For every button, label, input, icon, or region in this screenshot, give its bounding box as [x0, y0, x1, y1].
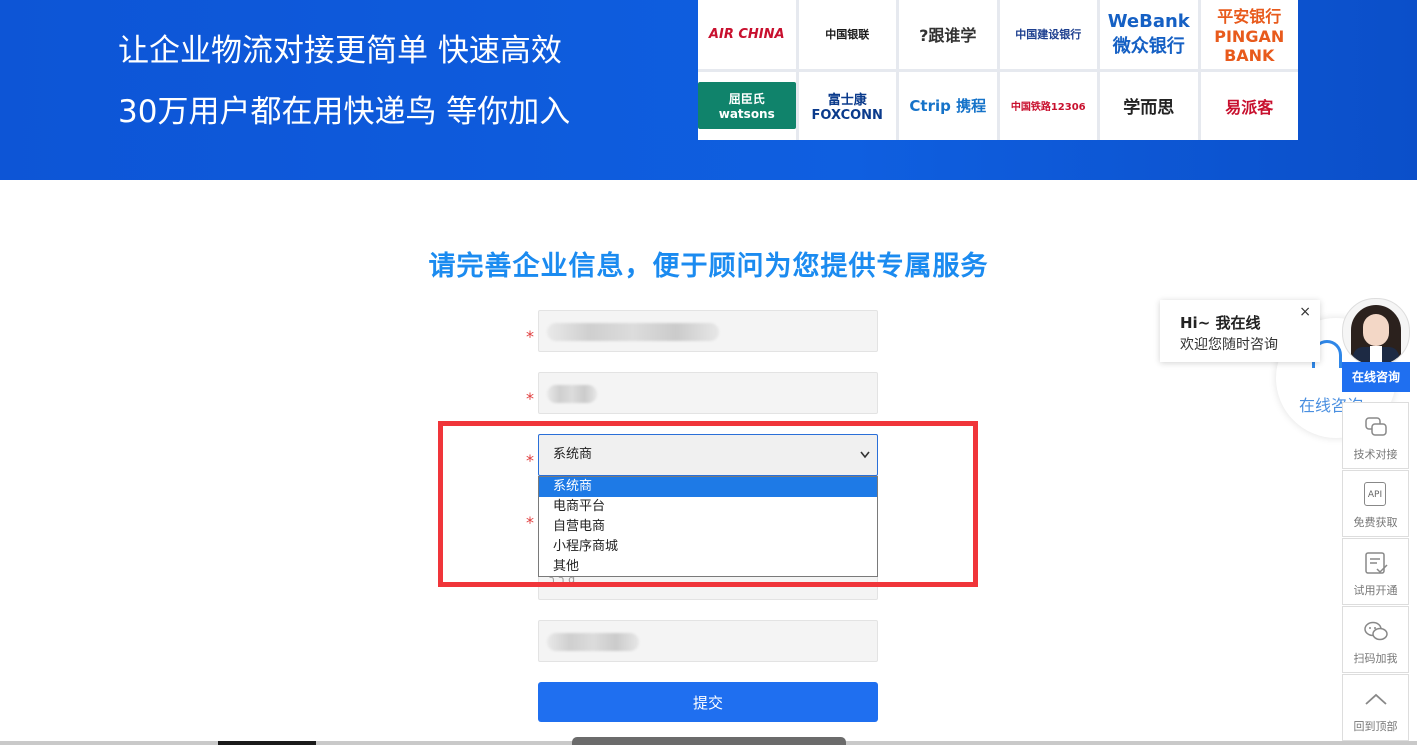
- chat-bubbles-icon: [1365, 417, 1387, 436]
- sidebar-label: 试用开通: [1353, 584, 1398, 597]
- contact-name-field[interactable]: [538, 372, 878, 414]
- partner-logo-foxconn: 富士康 FOXCONN: [798, 71, 896, 140]
- redacted-value: [547, 323, 719, 341]
- close-icon[interactable]: ×: [1299, 304, 1311, 320]
- redacted-value: [547, 633, 639, 651]
- partner-logo-unionpay: 中国银联: [798, 0, 896, 69]
- page-title: 请完善企业信息，便于顾问为您提供专属服务: [428, 251, 989, 282]
- banner-slogan-line1: 让企业物流对接更简单 快速高效: [118, 33, 562, 69]
- chat-greeting: Hi~ 我在线: [1180, 314, 1261, 332]
- required-mark: *: [526, 327, 534, 346]
- partner-logo-12306: 中国铁路12306: [999, 71, 1097, 140]
- required-mark: *: [526, 389, 534, 408]
- sidebar-label: 免费获取: [1353, 516, 1398, 529]
- agent-avatar[interactable]: [1342, 298, 1410, 366]
- banner-slogan-line2: 30万用户都在用快递鸟 等你加入: [118, 94, 571, 130]
- chat-greeting-popup[interactable]: Hi~ 我在线 欢迎您随时咨询 ×: [1160, 300, 1320, 362]
- sidebar-item-wechat[interactable]: 扫码加我: [1342, 606, 1409, 673]
- avatar-face: [1363, 314, 1389, 346]
- sidebar-item-back-to-top[interactable]: 回到顶部: [1342, 674, 1409, 741]
- company-name-field[interactable]: [538, 310, 878, 352]
- top-banner: 让企业物流对接更简单 快速高效 30万用户都在用快递鸟 等你加入 AIR CHI…: [0, 0, 1417, 180]
- scroll-pill: [572, 737, 846, 745]
- highlight-box: [438, 421, 978, 587]
- partner-logo-epec: 易派客: [1200, 71, 1298, 140]
- api-icon: API: [1364, 482, 1386, 506]
- partner-logo-grid: AIR CHINA 中国银联 ?跟谁学 中国建设银行 WeBank 微众银行 平…: [698, 0, 1298, 140]
- checklist-icon: [1365, 552, 1388, 574]
- sidebar-label: 扫码加我: [1353, 652, 1398, 665]
- arrow-up-icon: [1365, 693, 1387, 705]
- partner-logo-webank: WeBank 微众银行: [1100, 0, 1198, 69]
- wechat-icon: [1364, 621, 1388, 641]
- online-consult-button[interactable]: 在线咨询: [1342, 362, 1410, 392]
- taskbar-tab: [218, 741, 316, 745]
- partner-logo-xueersi: 学而思: [1100, 71, 1198, 140]
- watsons-label: 屈臣氏 watsons: [698, 82, 796, 130]
- submit-button[interactable]: 提交: [538, 682, 878, 722]
- sidebar-item-tech-integration[interactable]: 技术对接: [1342, 402, 1409, 469]
- email-field[interactable]: [538, 620, 878, 662]
- redacted-value: [547, 385, 597, 403]
- partner-logo-ctrip: Ctrip 携程: [899, 71, 997, 140]
- partner-logo-ccb: 中国建设银行: [999, 0, 1097, 69]
- partner-logo-watsons: 屈臣氏 watsons: [698, 71, 796, 140]
- partner-logo-pingan: 平安银行 PINGAN BANK: [1200, 0, 1298, 69]
- sidebar-label: 回到顶部: [1353, 720, 1398, 733]
- chat-subtitle: 欢迎您随时咨询: [1180, 337, 1278, 353]
- right-sidebar: 技术对接 API 免费获取 试用开通 扫码加我 回到顶部: [1342, 402, 1409, 742]
- sidebar-item-free-get[interactable]: API 免费获取: [1342, 470, 1409, 537]
- sidebar-item-trial[interactable]: 试用开通: [1342, 538, 1409, 605]
- sidebar-label: 技术对接: [1353, 448, 1398, 461]
- partner-logo-genshuixue: ?跟谁学: [899, 0, 997, 69]
- partner-logo-air-china: AIR CHINA: [698, 0, 796, 69]
